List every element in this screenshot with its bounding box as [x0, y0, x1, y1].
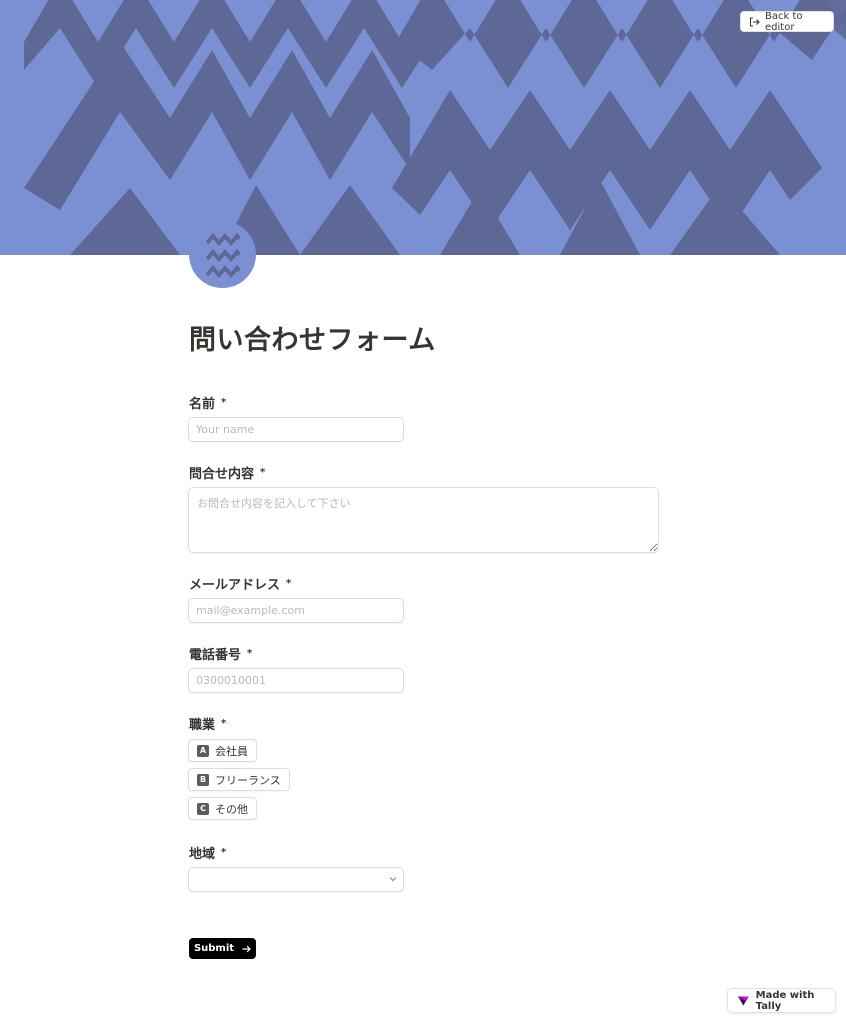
back-to-editor-button[interactable]: Back to editor	[740, 10, 834, 33]
option-label: その他	[215, 802, 248, 816]
region-label-text: 地域	[189, 847, 216, 862]
occupation-option-b[interactable]: B フリーランス	[188, 768, 290, 791]
email-label-text: メールアドレス	[189, 578, 281, 593]
occupation-option-c[interactable]: C その他	[188, 797, 257, 820]
occupation-label-text: 職業	[189, 718, 216, 733]
option-key-badge: B	[197, 773, 209, 786]
required-mark: *	[221, 718, 227, 729]
inquiry-textarea[interactable]	[188, 487, 659, 553]
required-mark: *	[286, 578, 292, 589]
submit-button[interactable]: Submit	[189, 938, 256, 959]
required-mark: *	[221, 397, 227, 408]
chevron-down-icon	[389, 877, 397, 882]
form-logo	[189, 221, 256, 288]
option-label: フリーランス	[215, 773, 281, 787]
name-input[interactable]	[188, 417, 404, 442]
phone-input[interactable]	[188, 668, 404, 693]
option-label: 会社員	[215, 744, 248, 758]
arrow-right-icon	[242, 945, 251, 952]
occupation-label: 職業 *	[189, 714, 226, 733]
phone-label: 電話番号 *	[189, 644, 252, 663]
name-label-text: 名前	[189, 397, 216, 412]
required-mark: *	[221, 847, 227, 858]
phone-label-text: 電話番号	[189, 648, 242, 663]
name-label: 名前 *	[189, 393, 226, 412]
made-with-tally-badge[interactable]: Made with Tally	[727, 988, 836, 1013]
zigzag-waves-icon	[204, 232, 241, 278]
exit-arrow-icon	[750, 17, 760, 26]
required-mark: *	[247, 648, 253, 659]
inquiry-label: 問合せ内容 *	[189, 463, 265, 482]
submit-label: Submit	[193, 943, 235, 954]
form-title: 問い合わせフォーム	[189, 325, 436, 356]
email-label: メールアドレス *	[189, 574, 291, 593]
cover-banner	[0, 0, 846, 255]
made-with-tally-label: Made with Tally	[755, 989, 815, 1012]
option-key-badge: C	[197, 802, 209, 815]
back-to-editor-label: Back to editor	[765, 10, 803, 33]
inquiry-label-text: 問合せ内容	[189, 467, 255, 482]
required-mark: *	[260, 467, 266, 478]
region-label: 地域 *	[189, 843, 226, 862]
occupation-option-a[interactable]: A 会社員	[188, 739, 257, 762]
zigzag-pattern	[0, 0, 846, 255]
tally-logo-icon	[737, 995, 749, 1006]
option-key-badge: A	[197, 744, 209, 757]
region-select[interactable]	[188, 867, 404, 892]
email-input[interactable]	[188, 598, 404, 623]
